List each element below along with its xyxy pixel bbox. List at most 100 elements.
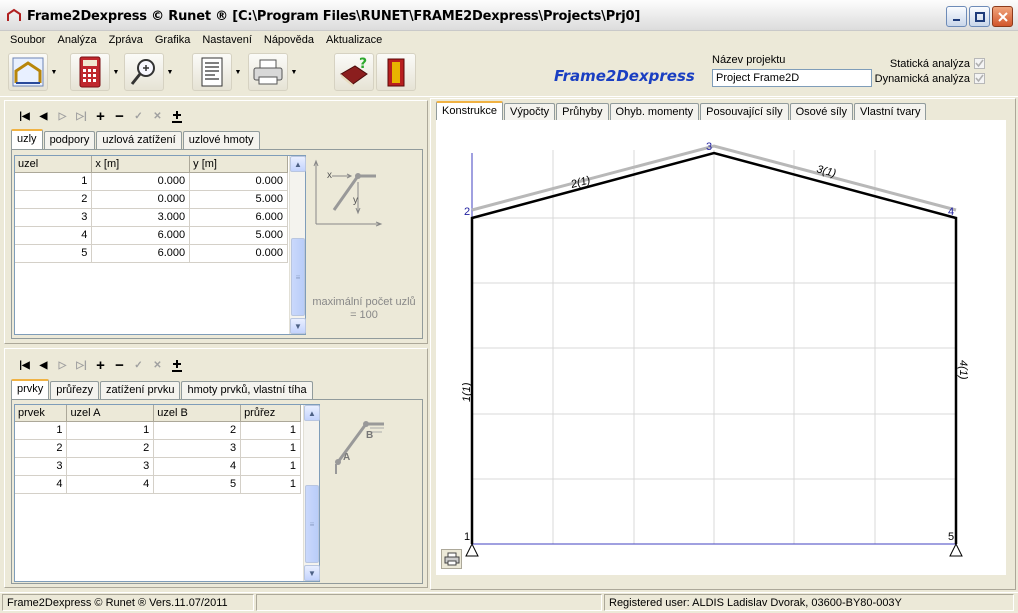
print-graphics-button[interactable] <box>441 549 462 569</box>
col-uzel-a[interactable]: uzel A <box>66 405 155 422</box>
menu-napoveda[interactable]: Nápověda <box>258 34 320 46</box>
tab-uzly[interactable]: uzly <box>11 129 43 150</box>
minimize-button[interactable] <box>946 6 967 27</box>
scroll-up-button[interactable]: ▲ <box>304 405 320 421</box>
col-prurez[interactable]: průřez <box>240 405 301 422</box>
tab-osove-sily[interactable]: Osové síly <box>789 103 853 121</box>
cell[interactable]: 5 <box>15 244 93 263</box>
confirm-record-button[interactable]: ✓ <box>130 108 147 125</box>
tab-vypocty[interactable]: Výpočty <box>504 103 556 121</box>
col-uzel-b[interactable]: uzel B <box>153 405 242 422</box>
next-record-button[interactable]: ▷ <box>54 357 71 374</box>
cancel-record-button[interactable]: ✕ <box>149 108 166 125</box>
help-book-button[interactable]: ? <box>334 53 374 91</box>
prev-record-button[interactable]: ◀ <box>35 357 52 374</box>
cell[interactable]: 2 <box>15 190 93 209</box>
last-record-button[interactable]: ▷| <box>73 357 90 374</box>
tab-prurezy[interactable]: průřezy <box>50 381 99 399</box>
delete-record-button[interactable]: − <box>111 108 128 125</box>
calculator-button[interactable] <box>70 53 110 91</box>
cell[interactable]: 3 <box>15 457 68 476</box>
tab-uzlova-zatizeni[interactable]: uzlová zatížení <box>96 131 182 149</box>
calculator-dropdown[interactable]: ▼ <box>112 68 120 76</box>
table-row[interactable]: 4451 <box>15 475 301 494</box>
table-row[interactable]: 3 3.000 6.000 <box>15 208 288 227</box>
table-row[interactable]: 1 0.000 0.000 <box>15 172 288 191</box>
add-record-button[interactable]: + <box>92 357 109 374</box>
cell[interactable]: 4 <box>15 226 93 245</box>
frame-model-dropdown[interactable]: ▼ <box>50 68 58 76</box>
tab-pruhyby[interactable]: Průhyby <box>556 103 609 121</box>
next-record-button[interactable]: ▷ <box>54 108 71 125</box>
menu-aktualizace[interactable]: Aktualizace <box>320 34 388 46</box>
scroll-down-button[interactable]: ▼ <box>304 565 320 581</box>
cell[interactable]: 1 <box>240 439 301 458</box>
cell[interactable]: 0.000 <box>189 172 288 191</box>
close-button[interactable] <box>992 6 1013 27</box>
report-dropdown[interactable]: ▼ <box>234 68 242 76</box>
table-row[interactable]: 4 6.000 5.000 <box>15 226 288 245</box>
cell[interactable]: 6.000 <box>189 208 288 227</box>
cell[interactable]: 2 <box>66 439 155 458</box>
cell[interactable]: 5 <box>153 475 242 494</box>
confirm-record-button[interactable]: ✓ <box>130 357 147 374</box>
menu-nastaveni[interactable]: Nastavení <box>196 34 258 46</box>
tab-vlastni-tvary[interactable]: Vlastní tvary <box>853 103 927 121</box>
tab-ohyb-momenty[interactable]: Ohyb. momenty <box>609 103 700 121</box>
cell[interactable]: 3 <box>66 457 155 476</box>
cell[interactable]: 0.000 <box>91 172 191 191</box>
report-button[interactable] <box>192 53 232 91</box>
tab-prvky[interactable]: prvky <box>11 379 50 400</box>
scroll-thumb[interactable]: ≡ <box>305 485 319 563</box>
cell[interactable]: 5.000 <box>189 226 288 245</box>
col-x[interactable]: x [m] <box>91 156 191 173</box>
tab-zatizeni-prvku[interactable]: zatížení prvku <box>99 381 181 399</box>
nodes-scrollbar[interactable]: ▲ ≡ ▼ <box>289 156 306 334</box>
cell[interactable]: 1 <box>240 457 301 476</box>
prev-record-button[interactable]: ◀ <box>35 108 52 125</box>
menu-grafika[interactable]: Grafika <box>149 34 196 46</box>
table-row[interactable]: 5 6.000 0.000 <box>15 244 288 263</box>
cell[interactable]: 4 <box>15 475 68 494</box>
menu-soubor[interactable]: Soubor <box>4 34 51 46</box>
menu-analyza[interactable]: Analýza <box>51 34 102 46</box>
first-record-button[interactable]: |◀ <box>16 108 33 125</box>
tab-uzlove-hmoty[interactable]: uzlové hmoty <box>182 131 260 149</box>
cell[interactable]: 1 <box>15 421 68 440</box>
delete-record-button[interactable]: − <box>111 357 128 374</box>
cell[interactable]: 2 <box>153 421 242 440</box>
cell[interactable]: 6.000 <box>91 226 191 245</box>
last-record-button[interactable]: ▷| <box>73 108 90 125</box>
tab-hmoty-prvku[interactable]: hmoty prvků, vlastní tíha <box>181 381 313 399</box>
cell[interactable]: 0.000 <box>91 190 191 209</box>
model-canvas[interactable]: 2 3 4 1 5 2(1) 3(1) 1(1) 4(1) <box>436 120 1006 575</box>
col-prvek[interactable]: prvek <box>15 405 68 422</box>
cell[interactable]: 4 <box>66 475 155 494</box>
cell[interactable]: 3.000 <box>91 208 191 227</box>
magnifier-dropdown[interactable]: ▼ <box>166 68 174 76</box>
menu-zprava[interactable]: Zpráva <box>103 34 149 46</box>
static-analysis-checkbox[interactable] <box>974 58 985 69</box>
cell[interactable]: 0.000 <box>189 244 288 263</box>
cell[interactable]: 3 <box>15 208 93 227</box>
cell[interactable]: 3 <box>153 439 242 458</box>
col-y[interactable]: y [m] <box>189 156 288 173</box>
scroll-thumb[interactable]: ≡ <box>291 238 305 316</box>
cell[interactable]: 6.000 <box>91 244 191 263</box>
scroll-down-button[interactable]: ▼ <box>290 318 306 334</box>
cell[interactable]: 1 <box>240 421 301 440</box>
first-record-button[interactable]: |◀ <box>16 357 33 374</box>
cell[interactable]: 4 <box>153 457 242 476</box>
tab-konstrukce[interactable]: Konstrukce <box>436 101 504 122</box>
printer-dropdown[interactable]: ▼ <box>290 68 298 76</box>
table-row[interactable]: 2 0.000 5.000 <box>15 190 288 209</box>
frame-model-button[interactable] <box>8 53 48 91</box>
dynamic-analysis-checkbox[interactable] <box>974 73 985 84</box>
scroll-up-button[interactable]: ▲ <box>290 156 306 172</box>
project-name-input[interactable] <box>712 69 872 87</box>
insert-record-button[interactable] <box>168 357 185 374</box>
elements-scrollbar[interactable]: ▲ ≡ ▼ <box>303 405 320 581</box>
cell[interactable]: 1 <box>15 172 93 191</box>
cancel-record-button[interactable]: ✕ <box>149 357 166 374</box>
cell[interactable]: 1 <box>66 421 155 440</box>
